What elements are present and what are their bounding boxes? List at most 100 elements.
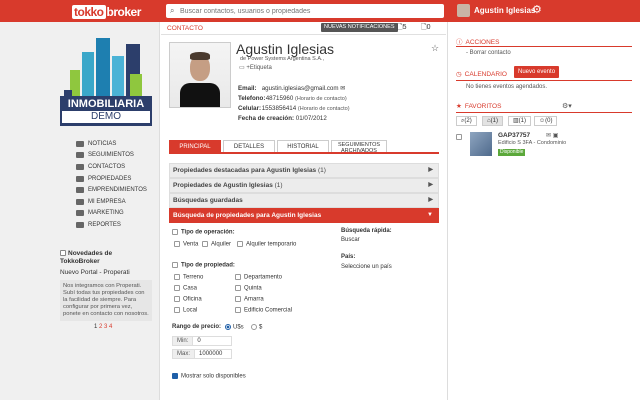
tokkobroker-logo[interactable]: tokko broker (72, 5, 141, 19)
accordion-title: Búsquedas guardadas (173, 197, 243, 204)
tab-historial[interactable]: HISTORIAL (277, 140, 329, 152)
min-price-field[interactable]: Min: 0 (172, 336, 232, 346)
type-oficina[interactable]: Oficina (174, 296, 202, 303)
main-nav: NOTICIAS SEGUIMIENTOS CONTACTOS PROPIEDA… (76, 138, 147, 231)
quick-search-button[interactable]: Buscar (341, 237, 360, 243)
ars-radio[interactable] (251, 324, 257, 330)
max-price-field[interactable]: Max: 1000000 (172, 349, 232, 359)
accordion-saved-searches[interactable]: Búsquedas guardadas ▶ (169, 193, 439, 208)
mail-icon[interactable]: ✉ (340, 85, 345, 92)
nav-item-marketing[interactable]: MARKETING (76, 208, 147, 220)
temporario-checkbox[interactable] (237, 241, 243, 247)
oficina-checkbox[interactable] (174, 296, 180, 302)
nav-item-propiedades[interactable]: PROPIEDADES (76, 173, 147, 185)
news-checkbox[interactable] (60, 250, 66, 257)
breadcrumb[interactable]: CONTACTO (167, 25, 203, 32)
currency-ars-option[interactable]: $ (251, 324, 262, 331)
type-amarra[interactable]: Amarra (235, 296, 264, 303)
country-select[interactable]: Seleccione un país (341, 264, 392, 270)
type-local[interactable]: Local (174, 307, 197, 314)
nav-label: MARKETING (88, 210, 124, 217)
fav-tab-properties[interactable]: ⌂(1) (482, 116, 503, 126)
casa-checkbox[interactable] (174, 285, 180, 291)
show-available-checkbox[interactable] (172, 373, 178, 379)
type-quinta[interactable]: Quinta (235, 285, 262, 292)
followups-icon (76, 152, 84, 159)
developments-icon (76, 187, 84, 194)
brand-line-1: INMOBILIARIA (67, 98, 145, 110)
accordion-own-properties[interactable]: Propiedades de Agustin Iglesias (1) ▶ (169, 178, 439, 193)
nav-item-seguimientos[interactable]: SEGUIMIENTOS (76, 150, 147, 162)
notifications-badge[interactable]: NUEVAS NOTIFICACIONES (321, 23, 398, 32)
tab-seguimientos-archivados[interactable]: SEGUIMIENTOS ARCHIVADOS (331, 140, 387, 154)
user-name[interactable]: Agustin Iglesias (474, 6, 535, 15)
favorites-settings-icon[interactable]: ⚙▾ (562, 102, 572, 110)
nav-item-contactos[interactable]: CONTACTOS (76, 161, 147, 173)
fav-tab-developments[interactable]: ▥(1) (508, 116, 532, 126)
delete-contact-link[interactable]: - Borrar contacto (466, 50, 511, 56)
op-alquiler[interactable]: Alquiler (202, 241, 231, 248)
right-panel: ⓘ ACCIONES - Borrar contacto ◷ CALENDARIO … (447, 22, 640, 400)
op-alquiler-temporario[interactable]: Alquiler temporario (237, 241, 296, 248)
venta-checkbox[interactable] (174, 241, 180, 247)
alquiler-checkbox[interactable] (202, 241, 208, 247)
pager-page-2[interactable]: 2 (99, 324, 102, 330)
pager-page-3[interactable]: 3 (104, 324, 107, 330)
usd-label: U$s (233, 324, 244, 331)
ars-label: $ (259, 324, 263, 331)
gear-icon[interactable]: ⚙ (532, 3, 542, 16)
tab-principal[interactable]: PRINCIPAL (169, 140, 221, 152)
property-type-all-checkbox[interactable] (172, 262, 178, 268)
nav-item-noticias[interactable]: NOTICIAS (76, 138, 147, 150)
edificio-comercial-checkbox[interactable] (235, 307, 241, 313)
quinta-checkbox[interactable] (235, 285, 241, 291)
pager-page-1[interactable]: 1 (94, 324, 97, 330)
tab-detalles[interactable]: DETALLES (223, 140, 275, 152)
user-avatar[interactable] (457, 4, 470, 17)
amarra-checkbox[interactable] (235, 296, 241, 302)
nav-item-reportes[interactable]: REPORTES (76, 219, 147, 231)
new-event-button[interactable]: Nuevo evento (514, 66, 560, 78)
op-venta[interactable]: Venta (174, 241, 198, 248)
local-checkbox[interactable] (174, 307, 180, 313)
notifications-counter[interactable]: 🗋5 (397, 22, 407, 34)
venta-label: Venta (183, 241, 199, 248)
terreno-checkbox[interactable] (174, 274, 180, 280)
type-edificio-comercial[interactable]: Edificio Comercial (235, 307, 292, 314)
email-label: Email: (238, 85, 257, 92)
type-departamento[interactable]: Departamento (235, 274, 282, 281)
favorite-checkbox[interactable] (456, 134, 462, 140)
price-range-label: Rango de precio: (172, 324, 222, 330)
accordion-property-search[interactable]: Búsqueda de propiedades para Agustin Igl… (169, 208, 439, 223)
phone-row: Telefono: 48715960 (Horario de contacto) (238, 94, 350, 104)
favorite-property[interactable]: GAP37757 ✉ ▣ Edificio S 3FA - Condominio… (456, 132, 632, 162)
property-type-label-text: Tipo de propiedad: (181, 262, 235, 269)
chevron-right-icon: ▶ (428, 182, 433, 188)
alerts-counter[interactable]: 🗋0 (421, 22, 431, 34)
show-available-option[interactable]: Mostrar solo disponibles (172, 373, 246, 380)
nav-label: CONTACTOS (88, 163, 126, 170)
fav-tab-search[interactable]: ⌕(2) (456, 116, 477, 126)
pager-page-4[interactable]: 4 (109, 324, 112, 330)
currency-usd-option[interactable]: U$s (225, 324, 244, 331)
add-tag-button[interactable]: ▭ +Etiqueta (239, 64, 272, 71)
email-value[interactable]: agustin.iglesias@gmail.com (262, 85, 339, 92)
usd-radio[interactable] (225, 324, 231, 330)
fav-tab-contacts[interactable]: ☺(0) (534, 116, 558, 126)
star-icon[interactable]: ☆ (431, 43, 439, 54)
nav-item-mi-empresa[interactable]: MI EMPRESA (76, 196, 147, 208)
departamento-checkbox[interactable] (235, 274, 241, 280)
type-terreno[interactable]: Terreno (174, 274, 203, 281)
news-subtitle[interactable]: Nuevo Portal - Properati (60, 269, 152, 276)
property-action-icons[interactable]: ✉ ▣ (546, 132, 558, 139)
property-id[interactable]: GAP37757 (498, 132, 530, 139)
search-input[interactable] (180, 5, 438, 17)
accordion-featured-properties[interactable]: Propiedades destacadas para Agustin Igle… (169, 163, 439, 178)
global-search: ⌕ (166, 4, 444, 18)
type-casa[interactable]: Casa (174, 285, 197, 292)
operation-all-checkbox[interactable] (172, 229, 178, 235)
property-thumbnail[interactable] (470, 132, 492, 156)
nav-label: REPORTES (88, 221, 121, 228)
nav-item-emprendimientos[interactable]: EMPRENDIMIENTOS (76, 184, 147, 196)
accordion-title: Propiedades de Agustin Iglesias (173, 182, 273, 189)
